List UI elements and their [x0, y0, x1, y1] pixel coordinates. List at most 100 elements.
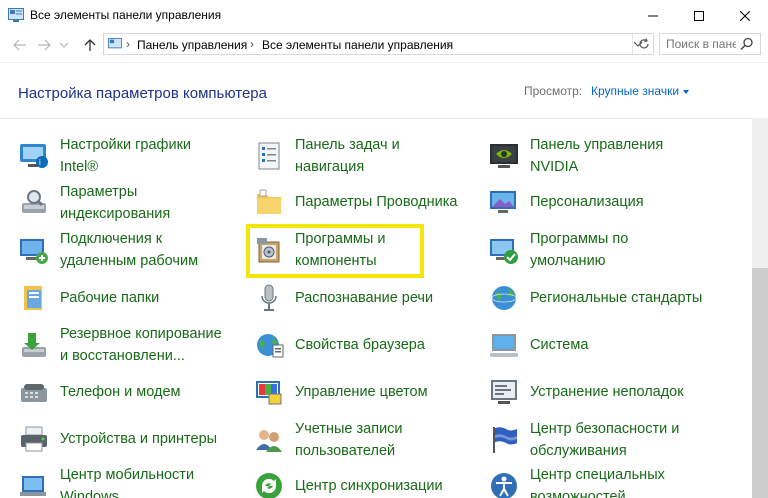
item-nvidia-control-panel[interactable]: Панель управления NVIDIA — [488, 134, 663, 178]
accessibility-icon — [488, 470, 520, 498]
refresh-button[interactable] — [632, 34, 654, 54]
item-label: умолчанию — [530, 253, 606, 269]
control-panel-icon — [8, 8, 24, 22]
arrow-left-icon — [13, 39, 26, 51]
search-icon[interactable] — [740, 37, 754, 51]
backup-icon — [18, 329, 50, 361]
item-label: Intel® — [60, 159, 99, 175]
item-internet-options[interactable]: Свойства браузера — [253, 329, 425, 361]
work-folders-icon — [18, 282, 50, 314]
arrow-up-icon — [84, 39, 96, 51]
minimize-button[interactable] — [630, 0, 676, 31]
microphone-icon — [253, 282, 285, 314]
color-management-icon — [253, 376, 285, 408]
scrollbar-thumb[interactable] — [752, 268, 768, 498]
taskbar-icon — [253, 140, 285, 172]
refresh-icon — [638, 38, 649, 49]
item-label: Устройства и принтеры — [60, 431, 218, 447]
item-personalization[interactable]: Персонализация — [488, 186, 644, 218]
highlight-frame — [246, 224, 424, 278]
close-icon — [740, 10, 750, 21]
item-devices-printers[interactable]: Устройства и принтеры — [18, 423, 217, 455]
item-default-programs[interactable]: Программы по умолчанию — [488, 228, 628, 272]
item-mobility-center[interactable]: Центр мобильности Windows — [18, 464, 194, 498]
item-label: навигация — [295, 159, 365, 175]
breadcrumb-separator[interactable]: › — [250, 37, 254, 51]
item-label: Региональные стандарты — [530, 290, 703, 306]
item-label: Телефон и модем — [60, 384, 181, 400]
item-label: Настройки графики — [60, 137, 192, 153]
item-label: удаленным рабочим — [60, 253, 199, 269]
item-security-maintenance[interactable]: Центр безопасности и обслуживания — [488, 418, 679, 462]
breadcrumb-all-items[interactable]: Все элементы панели управления — [262, 38, 453, 52]
security-flag-icon — [488, 424, 520, 456]
svg-text:i: i — [39, 158, 41, 167]
item-label: Персонализация — [530, 194, 644, 210]
item-label: Панель задач и — [295, 137, 400, 153]
item-system[interactable]: Система — [488, 329, 588, 361]
title-bar: Все элементы панели управления — [0, 0, 768, 31]
address-bar[interactable]: › Панель управления › Все элементы панел… — [103, 33, 654, 55]
system-icon — [488, 329, 520, 361]
intel-graphics-icon: i — [18, 140, 50, 172]
breadcrumb-separator[interactable]: › — [446, 37, 450, 51]
close-button[interactable] — [722, 0, 768, 31]
item-label: Свойства браузера — [295, 337, 425, 353]
item-taskbar-navigation[interactable]: Панель задач и навигация — [253, 134, 400, 178]
view-mode-value: Крупные значки — [591, 84, 680, 98]
toolbar-divider — [0, 62, 768, 63]
control-panel-icon — [108, 38, 122, 49]
item-label: пользователей — [295, 443, 396, 459]
maximize-icon — [694, 10, 704, 21]
item-sync-center[interactable]: Центр синхронизации — [253, 470, 443, 498]
item-label: Центр специальных — [530, 467, 665, 483]
window-title: Все элементы панели управления — [30, 8, 222, 22]
content-divider — [0, 118, 752, 119]
search-input[interactable] — [666, 37, 736, 51]
item-label: Параметры Проводника — [295, 194, 458, 210]
nvidia-icon — [488, 140, 520, 172]
item-backup-restore[interactable]: Резервное копирование и восстановлени... — [18, 323, 222, 367]
user-accounts-icon — [253, 424, 285, 456]
item-label: Подключения к — [60, 231, 163, 247]
view-mode-dropdown[interactable]: Крупные значки — [591, 84, 690, 98]
item-label: Учетные записи — [295, 421, 403, 437]
item-label: индексирования — [60, 206, 171, 222]
item-label: Резервное копирование — [60, 326, 222, 342]
item-label: NVIDIA — [530, 159, 579, 175]
maximize-button[interactable] — [676, 0, 722, 31]
item-label: Управление цветом — [295, 384, 428, 400]
item-speech-recognition[interactable]: Распознавание речи — [253, 282, 433, 314]
item-label: Рабочие папки — [60, 290, 160, 306]
up-button[interactable] — [80, 35, 100, 55]
recent-locations-button[interactable] — [58, 35, 70, 55]
item-user-accounts[interactable]: Учетные записи пользователей — [253, 418, 403, 462]
item-label: Система — [530, 337, 589, 353]
caret-down-icon — [683, 89, 690, 94]
indexing-icon — [18, 187, 50, 219]
region-icon — [488, 282, 520, 314]
item-explorer-options[interactable]: Параметры Проводника — [253, 186, 457, 218]
item-work-folders[interactable]: Рабочие папки — [18, 282, 159, 314]
breadcrumb-control-panel[interactable]: Панель управления — [137, 38, 247, 52]
sync-center-icon — [253, 470, 285, 498]
item-troubleshooting[interactable]: Устранение неполадок — [488, 376, 684, 408]
item-color-management[interactable]: Управление цветом — [253, 376, 428, 408]
item-intel-graphics[interactable]: i Настройки графики Intel® — [18, 134, 191, 178]
breadcrumb-separator[interactable]: › — [126, 37, 130, 51]
search-box[interactable] — [659, 33, 761, 55]
item-regional-settings[interactable]: Региональные стандарты — [488, 282, 702, 314]
item-label: Программы по — [530, 231, 629, 247]
back-button[interactable] — [10, 35, 30, 55]
arrow-right-icon — [38, 39, 51, 51]
forward-button[interactable] — [34, 35, 54, 55]
item-remote-connections[interactable]: Подключения к удаленным рабочим — [18, 228, 198, 272]
item-label: обслуживания — [530, 443, 627, 459]
view-label: Просмотр: — [524, 84, 583, 98]
item-phone-modem[interactable]: Телефон и модем — [18, 376, 181, 408]
minimize-icon — [648, 15, 658, 16]
item-ease-of-access[interactable]: Центр специальных возможностей — [488, 464, 665, 498]
troubleshooting-icon — [488, 376, 520, 408]
item-indexing-options[interactable]: Параметры индексирования — [18, 181, 170, 225]
explorer-options-icon — [253, 186, 285, 218]
